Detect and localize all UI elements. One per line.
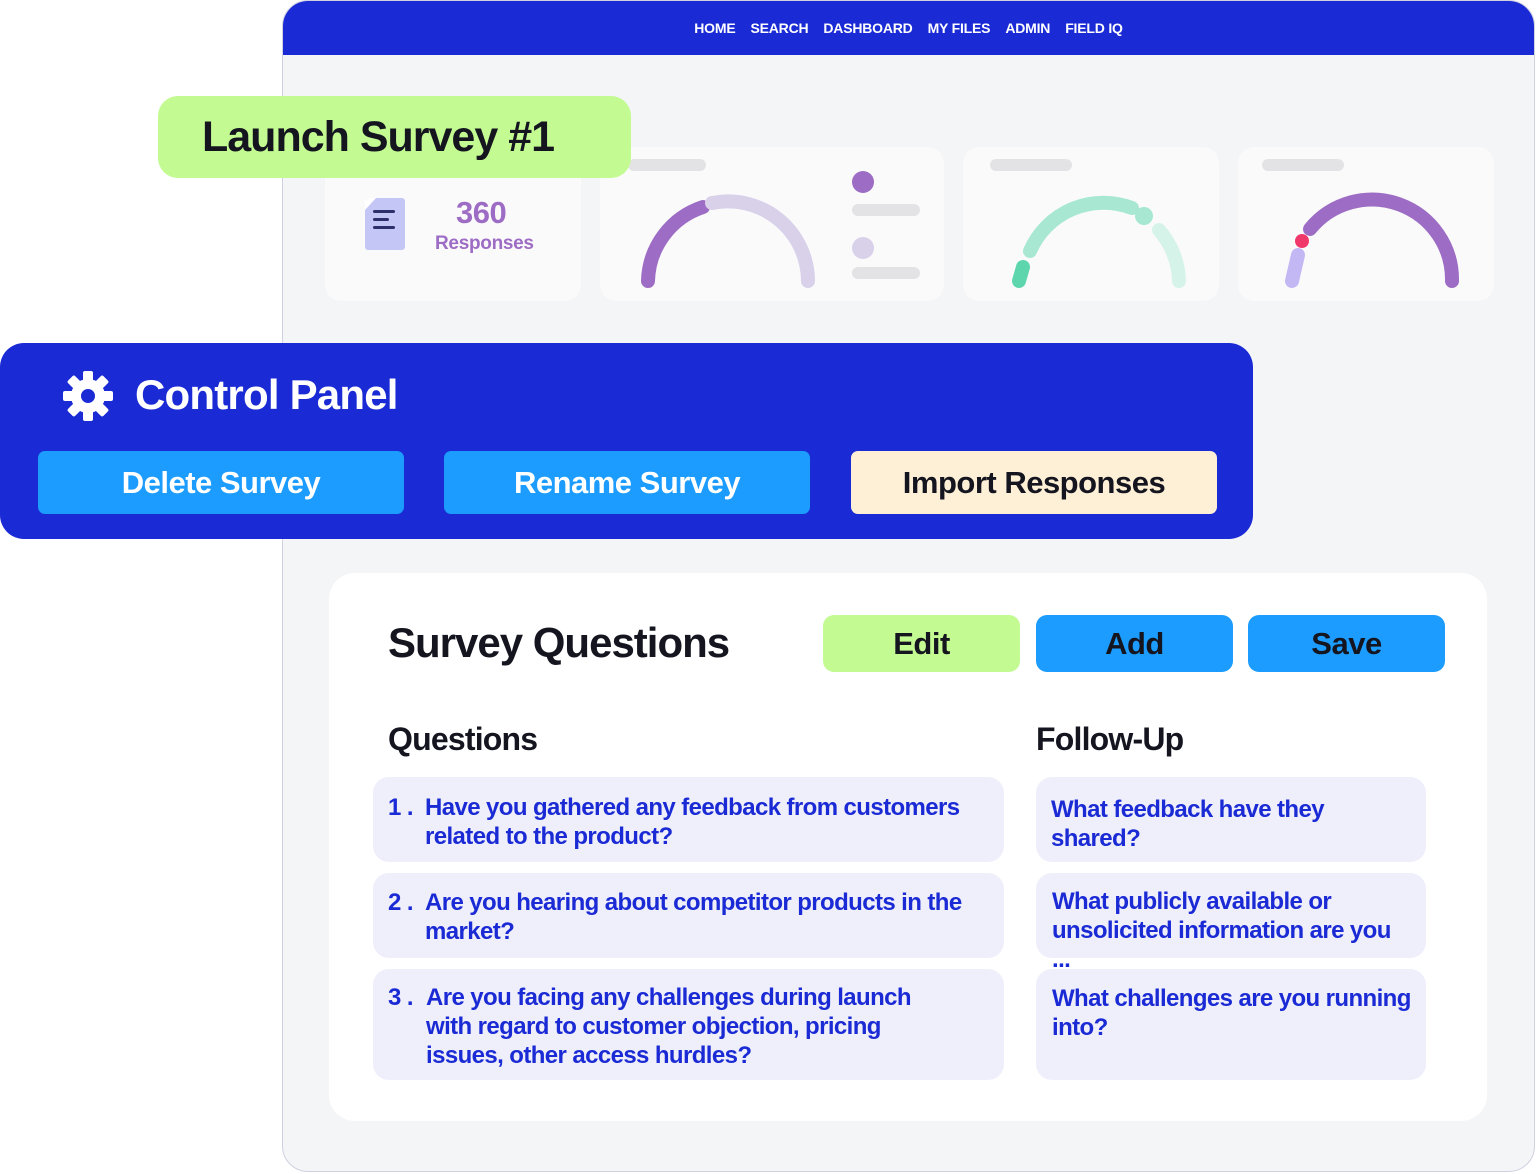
question-number: 3 . [388,984,413,1011]
gauge-card-3[interactable] [1238,147,1494,301]
legend-bar [852,267,920,279]
followup-line: What publicly available or [1052,888,1332,915]
question-text: Have you gathered any feedback from cust… [425,793,974,851]
question-number: 1 . [388,794,413,821]
nav-admin[interactable]: ADMIN [1005,20,1050,36]
responses-count: 360 [456,195,507,230]
question-line: Are you hearing about competitor product… [425,889,962,916]
edit-button[interactable]: Edit [823,615,1020,672]
legend-bar [852,204,920,216]
question-number: 2 . [388,889,413,916]
card-title-placeholder [628,159,706,171]
card-title-placeholder [990,159,1072,171]
card-title-placeholder [1262,159,1344,171]
nav-search[interactable]: SEARCH [750,20,808,36]
delete-survey-button[interactable]: Delete Survey [38,451,404,514]
survey-questions-card: Survey Questions Edit Add Save Questions… [329,573,1487,1121]
questions-heading: Questions [388,721,538,757]
responses-label: Responses [435,233,534,254]
followup-item-3[interactable]: What challenges are you running into? [1036,969,1426,1080]
legend-dot [852,171,874,193]
followup-text: What publicly available or unsolicited i… [1052,887,1414,974]
gauge-card-2[interactable] [963,147,1219,301]
followup-text: What feedback have they shared? [1051,795,1414,853]
followup-item-2[interactable]: What publicly available or unsolicited i… [1036,873,1426,973]
followup-line: shared? [1051,825,1141,852]
gauge-chart [1285,192,1460,288]
question-line: market? [425,918,515,945]
nav-home[interactable]: HOME [694,20,735,36]
followup-line: What feedback have they [1051,796,1325,823]
launch-survey-title: Launch Survey #1 [202,112,555,161]
question-line: Have you gathered any feedback from cust… [425,794,960,821]
question-line: Are you facing any challenges during lau… [426,984,912,1011]
question-text: Are you hearing about competitor product… [425,888,974,946]
nav-my-files[interactable]: MY FILES [928,20,991,36]
nav-dashboard[interactable]: DASHBOARD [823,20,912,36]
control-panel-title: Control Panel [135,371,398,418]
followup-line: unsolicited information are you ... [1052,917,1391,973]
document-icon [365,198,405,250]
question-line: issues, other access hurdles? [426,1042,752,1069]
gauge-chart [1012,195,1186,288]
legend-dot [852,237,874,259]
question-item-1[interactable]: 1 . Have you gathered any feedback from … [373,777,1004,862]
top-navigation: HOME SEARCH DASHBOARD MY FILES ADMIN FIE… [283,1,1534,55]
rename-survey-button[interactable]: Rename Survey [444,451,810,514]
gauge-chart [641,194,815,288]
followup-item-1[interactable]: What feedback have they shared? [1036,777,1426,862]
question-line: related to the product? [425,823,673,850]
survey-questions-title: Survey Questions [388,619,730,666]
followup-line: into? [1052,1014,1108,1041]
control-panel: Control Panel Delete Survey Rename Surve… [0,343,1253,539]
followup-text: What challenges are you running into? [1052,984,1414,1042]
gauge-card-1[interactable] [600,147,944,301]
followup-line: What challenges are you running [1052,985,1411,1012]
question-line: with regard to customer objection, prici… [426,1013,881,1040]
save-button[interactable]: Save [1248,615,1445,672]
gear-icon [63,371,113,421]
import-responses-button[interactable]: Import Responses [851,451,1217,514]
nav-field-iq[interactable]: FIELD IQ [1065,20,1123,36]
followup-heading: Follow-Up [1036,721,1184,757]
question-item-3[interactable]: 3 . Are you facing any challenges during… [373,969,1004,1080]
question-text: Are you facing any challenges during lau… [426,983,974,1070]
question-item-2[interactable]: 2 . Are you hearing about competitor pro… [373,873,1004,958]
add-button[interactable]: Add [1036,615,1233,672]
launch-survey-label: Launch Survey #1 [158,96,631,178]
